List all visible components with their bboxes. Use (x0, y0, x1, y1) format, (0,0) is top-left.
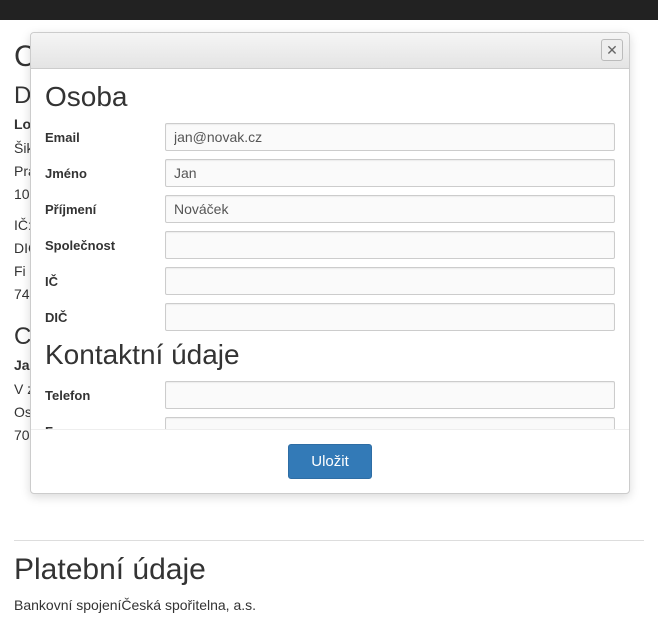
close-button[interactable]: ✕ (601, 39, 623, 61)
label-spolecnost: Společnost (45, 238, 165, 253)
spolecnost-field[interactable] (165, 231, 615, 259)
payment-section: Platební údaje Bankovní spojeníČeská spo… (14, 540, 644, 618)
label-dic: DIČ (45, 310, 165, 325)
row-ic: IČ (45, 267, 615, 295)
modal-titlebar[interactable]: ✕ (31, 33, 629, 69)
top-navbar (0, 0, 658, 20)
prijmeni-field[interactable] (165, 195, 615, 223)
email-field[interactable] (165, 123, 615, 151)
label-email: Email (45, 130, 165, 145)
label-ic: IČ (45, 274, 165, 289)
telefon-field[interactable] (165, 381, 615, 409)
modal-body[interactable]: Osoba Email Jméno Příjmení Společnost IČ… (31, 69, 629, 429)
save-button[interactable]: Uložit (288, 444, 372, 479)
section-kontakt-title: Kontaktní údaje (45, 339, 615, 371)
payment-bank-line: Bankovní spojeníČeská spořitelna, a.s. (14, 595, 644, 616)
row-jmeno: Jméno (45, 159, 615, 187)
row-prijmeni: Příjmení (45, 195, 615, 223)
dic-field[interactable] (165, 303, 615, 331)
payment-title: Platební údaje (14, 553, 644, 587)
modal-footer: Uložit (31, 429, 629, 493)
ic-field[interactable] (165, 267, 615, 295)
row-fax: Fax (45, 417, 615, 429)
row-telefon: Telefon (45, 381, 615, 409)
edit-person-modal: ✕ Osoba Email Jméno Příjmení Společnost … (30, 32, 630, 494)
label-jmeno: Jméno (45, 166, 165, 181)
label-fax: Fax (45, 424, 165, 430)
fax-field[interactable] (165, 417, 615, 429)
divider (14, 540, 644, 541)
row-spolecnost: Společnost (45, 231, 615, 259)
label-telefon: Telefon (45, 388, 165, 403)
row-email: Email (45, 123, 615, 151)
close-icon: ✕ (606, 42, 618, 58)
jmeno-field[interactable] (165, 159, 615, 187)
row-dic: DIČ (45, 303, 615, 331)
label-prijmeni: Příjmení (45, 202, 165, 217)
section-osoba-title: Osoba (45, 81, 615, 113)
